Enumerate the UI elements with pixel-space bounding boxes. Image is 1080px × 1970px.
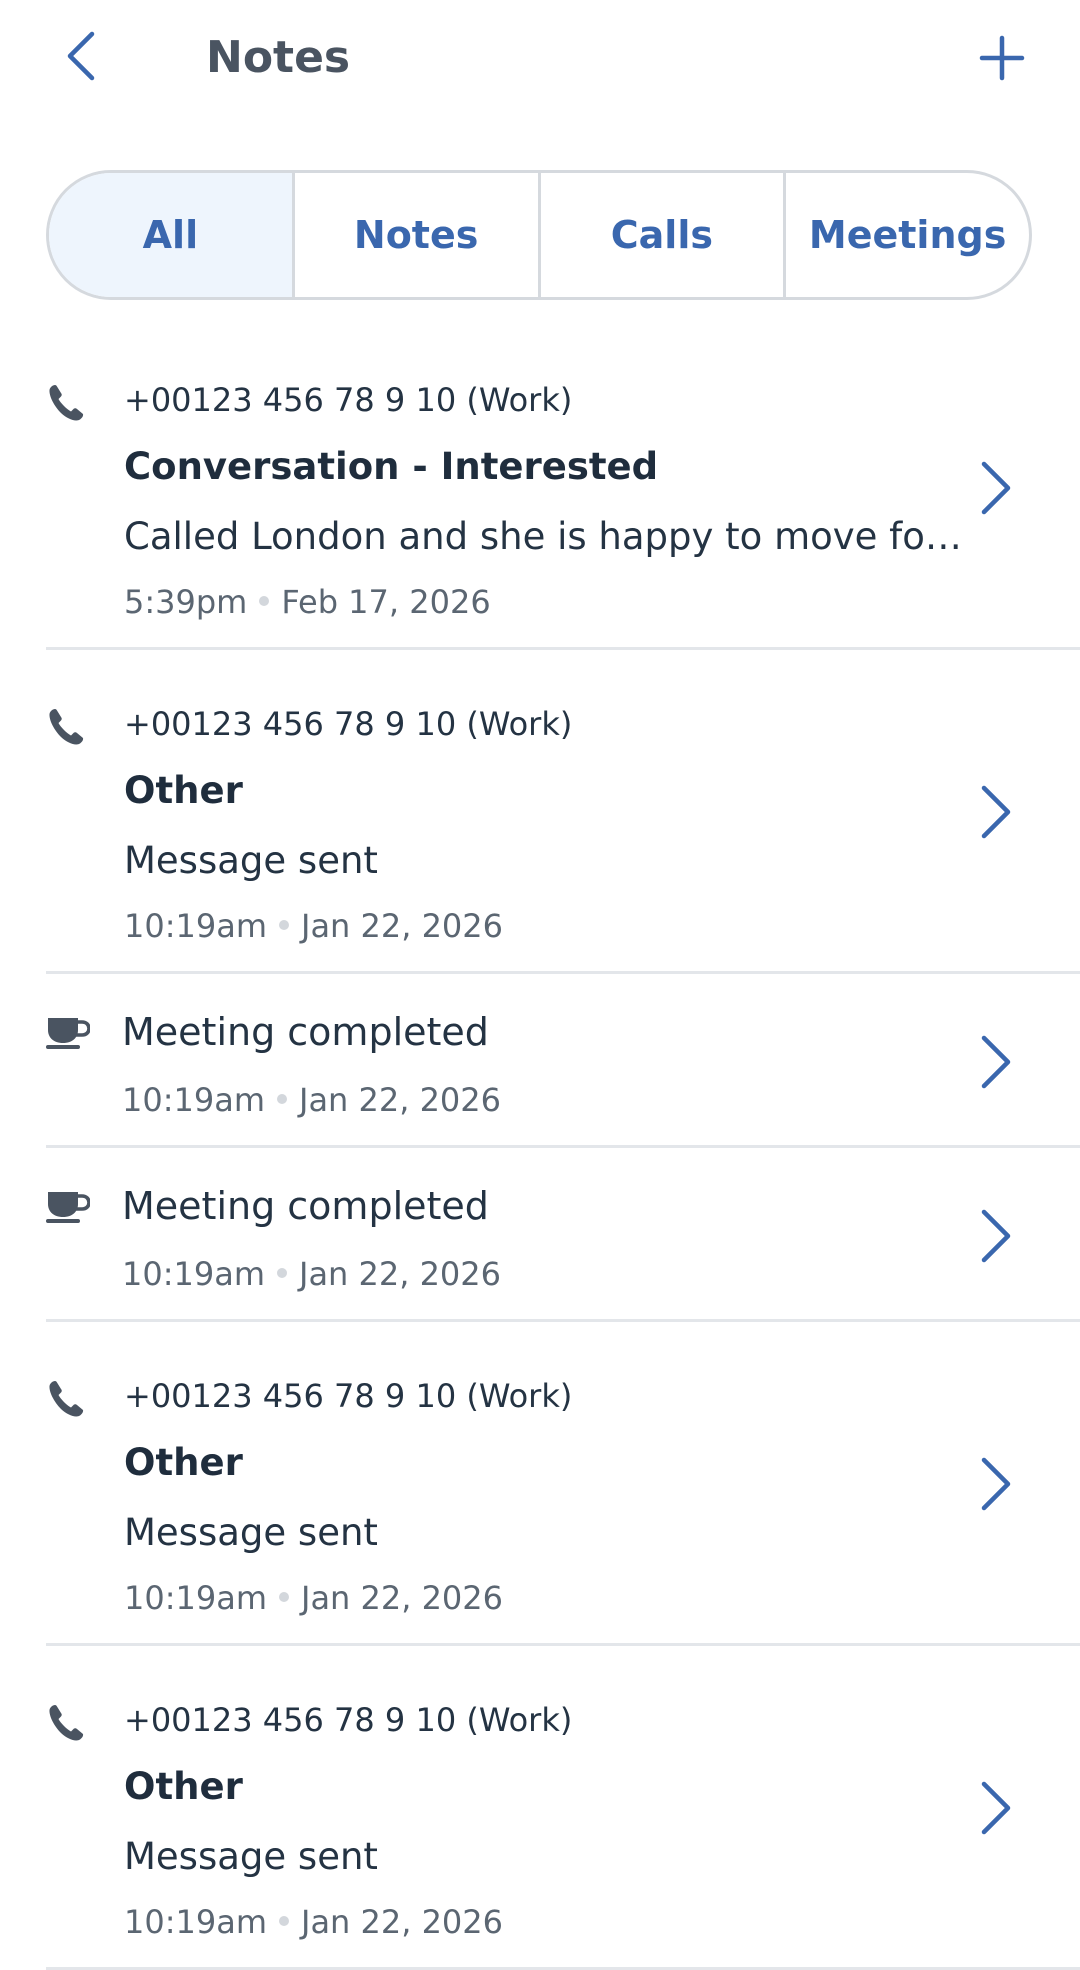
chevron-right-icon <box>976 1778 1016 1838</box>
plus-icon <box>979 35 1025 81</box>
separator-dot <box>277 1268 287 1278</box>
item-title: Meeting completed <box>122 1184 489 1228</box>
page-title: Notes <box>206 32 351 83</box>
item-description: Message sent <box>124 839 378 882</box>
phone-number: +00123 456 78 9 10 (Work) <box>124 1701 573 1739</box>
item-description: Called London and she is happy to move f… <box>124 515 964 558</box>
list-item[interactable]: Meeting completed 10:19am Jan 22, 2026 <box>46 974 1080 1148</box>
separator-dot <box>279 1916 289 1926</box>
item-title: Other <box>124 1765 243 1808</box>
separator-dot <box>279 920 289 930</box>
separator-dot <box>259 596 270 606</box>
item-description: Message sent <box>124 1511 378 1554</box>
item-time: 5:39pm <box>124 583 248 621</box>
item-timestamp: 10:19am Jan 22, 2026 <box>124 1900 503 1944</box>
phone-icon <box>46 706 86 746</box>
item-date: Feb 17, 2026 <box>281 583 491 621</box>
item-timestamp: 5:39pm Feb 17, 2026 <box>124 580 491 624</box>
item-timestamp: 10:19am Jan 22, 2026 <box>122 1252 501 1296</box>
separator-dot <box>279 1592 289 1602</box>
item-title: Other <box>124 769 243 812</box>
item-timestamp: 10:19am Jan 22, 2026 <box>124 904 503 948</box>
list-item[interactable]: +00123 456 78 9 10 (Work) Other Message … <box>46 1646 1080 1970</box>
item-timestamp: 10:19am Jan 22, 2026 <box>124 1576 503 1620</box>
coffee-cup-icon <box>46 1190 90 1224</box>
item-date: Jan 22, 2026 <box>301 907 503 945</box>
item-timestamp: 10:19am Jan 22, 2026 <box>122 1078 501 1122</box>
coffee-cup-icon <box>46 1016 90 1050</box>
separator-dot <box>277 1094 287 1104</box>
list-item[interactable]: +00123 456 78 9 10 (Work) Other Message … <box>46 1322 1080 1646</box>
tab-all[interactable]: All <box>49 173 295 297</box>
list-item[interactable]: Meeting completed 10:19am Jan 22, 2026 <box>46 1148 1080 1322</box>
item-time: 10:19am <box>122 1081 265 1119</box>
item-date: Jan 22, 2026 <box>299 1255 501 1293</box>
chevron-left-icon <box>67 31 95 81</box>
item-time: 10:19am <box>122 1255 265 1293</box>
filter-tabs: All Notes Calls Meetings <box>46 170 1032 300</box>
chevron-right-icon <box>976 1206 1016 1266</box>
phone-number: +00123 456 78 9 10 (Work) <box>124 705 573 743</box>
back-button[interactable] <box>56 28 104 84</box>
item-title: Conversation - Interested <box>124 445 659 488</box>
chevron-right-icon <box>976 458 1016 518</box>
tab-meetings[interactable]: Meetings <box>786 173 1029 297</box>
header-bar: Notes <box>0 0 1080 120</box>
list-item[interactable]: +00123 456 78 9 10 (Work) Other Message … <box>46 650 1080 974</box>
chevron-right-icon <box>976 1454 1016 1514</box>
phone-icon <box>46 1702 86 1742</box>
add-button[interactable] <box>972 28 1032 88</box>
phone-icon <box>46 1378 86 1418</box>
item-title: Meeting completed <box>122 1010 489 1054</box>
tab-notes[interactable]: Notes <box>295 173 541 297</box>
item-date: Jan 22, 2026 <box>301 1903 503 1941</box>
list-item[interactable]: +00123 456 78 9 10 (Work) Conversation -… <box>46 360 1080 650</box>
item-description: Message sent <box>124 1835 378 1878</box>
tab-calls[interactable]: Calls <box>541 173 787 297</box>
item-title: Other <box>124 1441 243 1484</box>
item-time: 10:19am <box>124 1903 267 1941</box>
phone-number: +00123 456 78 9 10 (Work) <box>124 381 573 419</box>
item-date: Jan 22, 2026 <box>301 1579 503 1617</box>
item-time: 10:19am <box>124 907 267 945</box>
chevron-right-icon <box>976 782 1016 842</box>
chevron-right-icon <box>976 1032 1016 1092</box>
item-date: Jan 22, 2026 <box>299 1081 501 1119</box>
item-time: 10:19am <box>124 1579 267 1617</box>
phone-number: +00123 456 78 9 10 (Work) <box>124 1377 573 1415</box>
phone-icon <box>46 382 86 422</box>
